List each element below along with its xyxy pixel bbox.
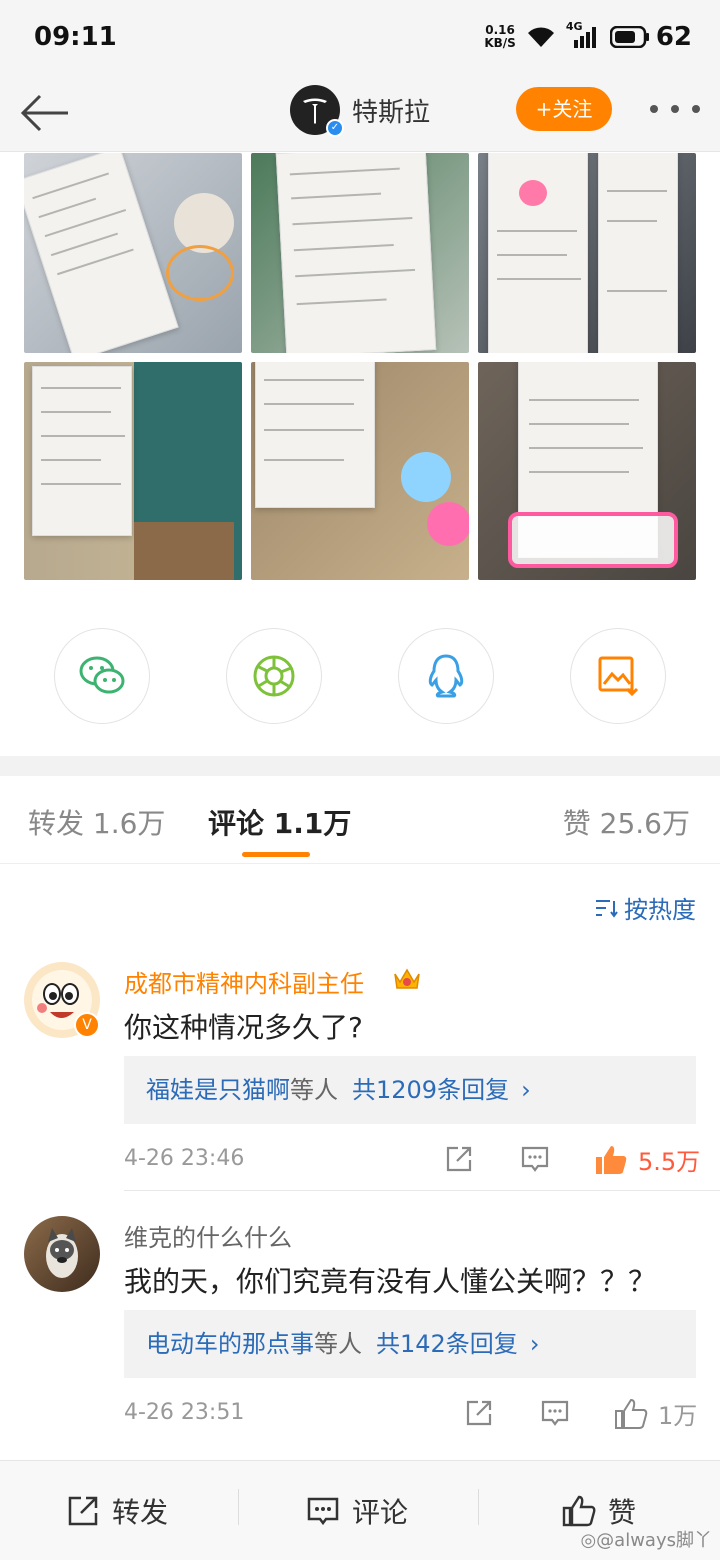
receipt-image bbox=[24, 153, 179, 353]
thumbs-up-filled-icon bbox=[596, 1145, 627, 1174]
share-icon bbox=[446, 1146, 472, 1172]
thumbs-up-icon bbox=[562, 1495, 596, 1527]
share-moments-button[interactable] bbox=[226, 628, 322, 724]
follow-button[interactable]: +关注 bbox=[516, 87, 612, 131]
chevron-right-icon: › bbox=[521, 1076, 531, 1104]
image-grid bbox=[24, 153, 696, 580]
reply-preview[interactable]: 电动车的那点事等人 共142条回复 › bbox=[124, 1310, 696, 1378]
thumbs-up-icon bbox=[615, 1398, 648, 1429]
crown-badge-icon bbox=[392, 964, 422, 992]
net-speed: 0.16 KB/S bbox=[484, 23, 516, 50]
like-button[interactable]: 赞 bbox=[562, 1491, 636, 1531]
account-header[interactable]: ✓ 特斯拉 bbox=[290, 85, 431, 137]
image-thumbnail[interactable] bbox=[478, 153, 696, 353]
more-options-button[interactable] bbox=[650, 94, 700, 124]
receipt-image bbox=[255, 362, 375, 508]
moments-icon bbox=[253, 655, 295, 697]
battery-icon bbox=[609, 26, 649, 48]
sort-label: 按热度 bbox=[624, 896, 696, 924]
receipt-image bbox=[598, 153, 678, 353]
active-tab-indicator bbox=[242, 852, 310, 857]
verified-badge-icon: ✓ bbox=[326, 119, 344, 137]
image-thumbnail[interactable] bbox=[24, 362, 242, 580]
comment-text: 你这种情况多久了? bbox=[124, 1011, 363, 1044]
tesla-logo-icon bbox=[303, 98, 327, 124]
share-icon bbox=[466, 1400, 492, 1426]
comment-username[interactable]: 维克的什么什么 bbox=[124, 1218, 292, 1253]
status-icons: 0.16 KB/S 4G 62 bbox=[484, 20, 692, 52]
tab-likes[interactable]: 赞 25.6万 bbox=[563, 802, 690, 842]
back-arrow-icon bbox=[20, 94, 68, 132]
tab-reposts[interactable]: 转发 1.6万 bbox=[28, 802, 165, 842]
comment-username[interactable]: 成都市精神内科副主任 bbox=[124, 964, 364, 999]
reply-comment-button[interactable] bbox=[540, 1398, 570, 1428]
image-thumbnail[interactable] bbox=[251, 362, 469, 580]
tab-comments[interactable]: 评论 1.1万 bbox=[208, 802, 351, 842]
image-thumbnail[interactable] bbox=[478, 362, 696, 580]
husky-avatar-icon bbox=[46, 1228, 78, 1278]
reply-count[interactable]: 共142条回复 bbox=[376, 1330, 518, 1358]
repost-button[interactable]: 转发 bbox=[66, 1491, 168, 1531]
image-thumbnail[interactable] bbox=[24, 153, 242, 353]
weibo-logo-icon: ◎ bbox=[580, 1530, 597, 1551]
share-qq-button[interactable] bbox=[398, 628, 494, 724]
avatar[interactable] bbox=[24, 1216, 100, 1292]
status-time: 09:11 bbox=[34, 22, 117, 52]
comment-button[interactable]: 评论 bbox=[306, 1491, 408, 1531]
sort-button[interactable]: 按热度 bbox=[594, 890, 696, 925]
save-image-icon bbox=[598, 656, 639, 697]
account-name: 特斯拉 bbox=[352, 97, 431, 128]
share-comment-button[interactable] bbox=[464, 1398, 494, 1428]
reply-preview[interactable]: 福娃是只猫啊等人 共1209条回复 › bbox=[124, 1056, 696, 1124]
reply-username[interactable]: 电动车的那点事 bbox=[146, 1330, 314, 1358]
qq-icon bbox=[428, 654, 464, 698]
comment-time: 4-26 23:46 bbox=[124, 1146, 245, 1171]
chevron-right-icon: › bbox=[529, 1330, 540, 1358]
receipt-image bbox=[32, 366, 132, 536]
top-nav: ✓ 特斯拉 +关注 bbox=[0, 76, 720, 152]
save-image-button[interactable] bbox=[570, 628, 666, 724]
interaction-tabs: 转发 1.6万 评论 1.1万 赞 25.6万 bbox=[0, 776, 720, 864]
tesla-logo-avatar: ✓ bbox=[290, 85, 344, 137]
divider bbox=[478, 1489, 479, 1525]
image-thumbnail[interactable] bbox=[251, 153, 469, 353]
section-divider bbox=[0, 756, 720, 776]
like-count: 5.5万 bbox=[638, 1148, 701, 1176]
battery: 62 bbox=[609, 22, 692, 52]
dot-icon bbox=[650, 105, 658, 113]
repost-icon bbox=[68, 1496, 98, 1526]
comment-text: 我的天，你们究竟有没有人懂公关啊？？？ bbox=[124, 1265, 657, 1298]
comment-icon bbox=[541, 1400, 569, 1426]
share-row bbox=[0, 628, 720, 724]
sort-icon bbox=[596, 899, 618, 918]
wifi-icon bbox=[527, 27, 554, 47]
wechat-icon bbox=[79, 656, 125, 694]
receipt-image bbox=[275, 153, 437, 353]
receipt-image bbox=[488, 153, 588, 353]
watermark: ◎@always脚丫 bbox=[580, 1530, 712, 1551]
verified-badge-icon: V bbox=[74, 1012, 100, 1038]
reply-username[interactable]: 福娃是只猫啊 bbox=[146, 1076, 290, 1104]
status-bar: 09:11 0.16 KB/S 4G 62 bbox=[0, 0, 720, 76]
like-count: 1万 bbox=[658, 1402, 698, 1430]
like-comment-button[interactable]: 1万 bbox=[614, 1396, 697, 1431]
share-comment-button[interactable] bbox=[444, 1144, 474, 1174]
dot-icon bbox=[692, 105, 700, 113]
like-comment-button[interactable]: 5.5万 bbox=[594, 1142, 700, 1177]
dot-icon bbox=[671, 105, 679, 113]
divider bbox=[238, 1489, 239, 1525]
comment-icon bbox=[307, 1497, 339, 1526]
comment-divider bbox=[124, 1190, 720, 1191]
comment-icon bbox=[521, 1146, 549, 1172]
share-wechat-button[interactable] bbox=[54, 628, 150, 724]
comment-time: 4-26 23:51 bbox=[124, 1400, 245, 1425]
reply-count[interactable]: 共1209条回复 bbox=[352, 1076, 509, 1104]
back-button[interactable] bbox=[18, 86, 72, 140]
cell-signal-icon: 4G bbox=[566, 20, 600, 50]
reply-comment-button[interactable] bbox=[520, 1144, 550, 1174]
